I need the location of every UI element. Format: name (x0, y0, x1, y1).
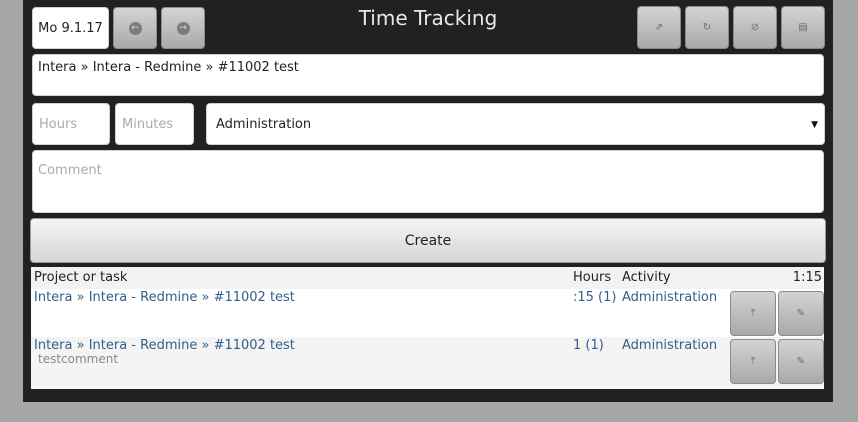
activity-select[interactable]: Administration ▼ (206, 103, 825, 145)
list-icon: ▤ (798, 21, 808, 33)
minutes-input[interactable]: Minutes (115, 103, 194, 145)
row-activity[interactable]: Administration (622, 290, 717, 305)
edit-entry-button[interactable]: ✎ (778, 339, 824, 384)
row-comment: testcomment (38, 352, 119, 366)
row-project-link[interactable]: Intera » Intera - Redmine » #11002 test (34, 338, 295, 353)
chevron-down-icon: ▼ (811, 120, 818, 130)
list-button[interactable]: ▤ (781, 6, 825, 49)
block-button[interactable]: ⊘ (733, 6, 777, 49)
create-button[interactable]: Create (30, 218, 826, 263)
row-activity[interactable]: Administration (622, 338, 717, 353)
row-project-link[interactable]: Intera » Intera - Redmine » #11002 test (34, 290, 295, 305)
open-external-button[interactable]: ⇗ (637, 6, 681, 49)
row-hours[interactable]: 1 (1) (573, 338, 604, 353)
external-link-icon: ⇗ (654, 21, 664, 33)
previous-day-button[interactable]: ← (113, 7, 157, 49)
pencil-icon: ✎ (796, 355, 806, 367)
upload-icon: ⤒ (750, 355, 756, 367)
start-timer-button[interactable]: ⤒ (730, 291, 776, 336)
activity-select-value: Administration (216, 117, 312, 132)
block-icon: ⊘ (750, 21, 760, 33)
edit-entry-button[interactable]: ✎ (778, 291, 824, 336)
task-field[interactable]: Intera » Intera - Redmine » #11002 test (32, 54, 824, 96)
table-row: Intera » Intera - Redmine » #11002 test … (31, 289, 824, 337)
arrow-right-icon: → (176, 21, 190, 35)
row-hours[interactable]: :15 (1) (573, 290, 616, 305)
header-total: 1:15 (792, 270, 822, 285)
page-title: Time Tracking (358, 6, 498, 30)
upload-icon: ⤒ (750, 307, 756, 319)
next-day-button[interactable]: → (161, 7, 205, 49)
header-project: Project or task (34, 270, 128, 285)
table-row: Intera » Intera - Redmine » #11002 test … (31, 337, 824, 385)
comment-field[interactable]: Comment (32, 150, 824, 213)
refresh-icon: ↻ (702, 21, 712, 33)
table-header: Project or task Hours Activity 1:15 (31, 267, 824, 289)
header-hours: Hours (573, 270, 612, 285)
date-display[interactable]: Mo 9.1.17 (32, 7, 109, 49)
hours-input[interactable]: Hours (32, 103, 110, 145)
arrow-left-icon: ← (128, 21, 142, 35)
refresh-button[interactable]: ↻ (685, 6, 729, 49)
start-timer-button[interactable]: ⤒ (730, 339, 776, 384)
time-entries-table: Project or task Hours Activity 1:15 Inte… (31, 267, 824, 389)
header-activity: Activity (622, 270, 671, 285)
pencil-icon: ✎ (796, 307, 806, 319)
